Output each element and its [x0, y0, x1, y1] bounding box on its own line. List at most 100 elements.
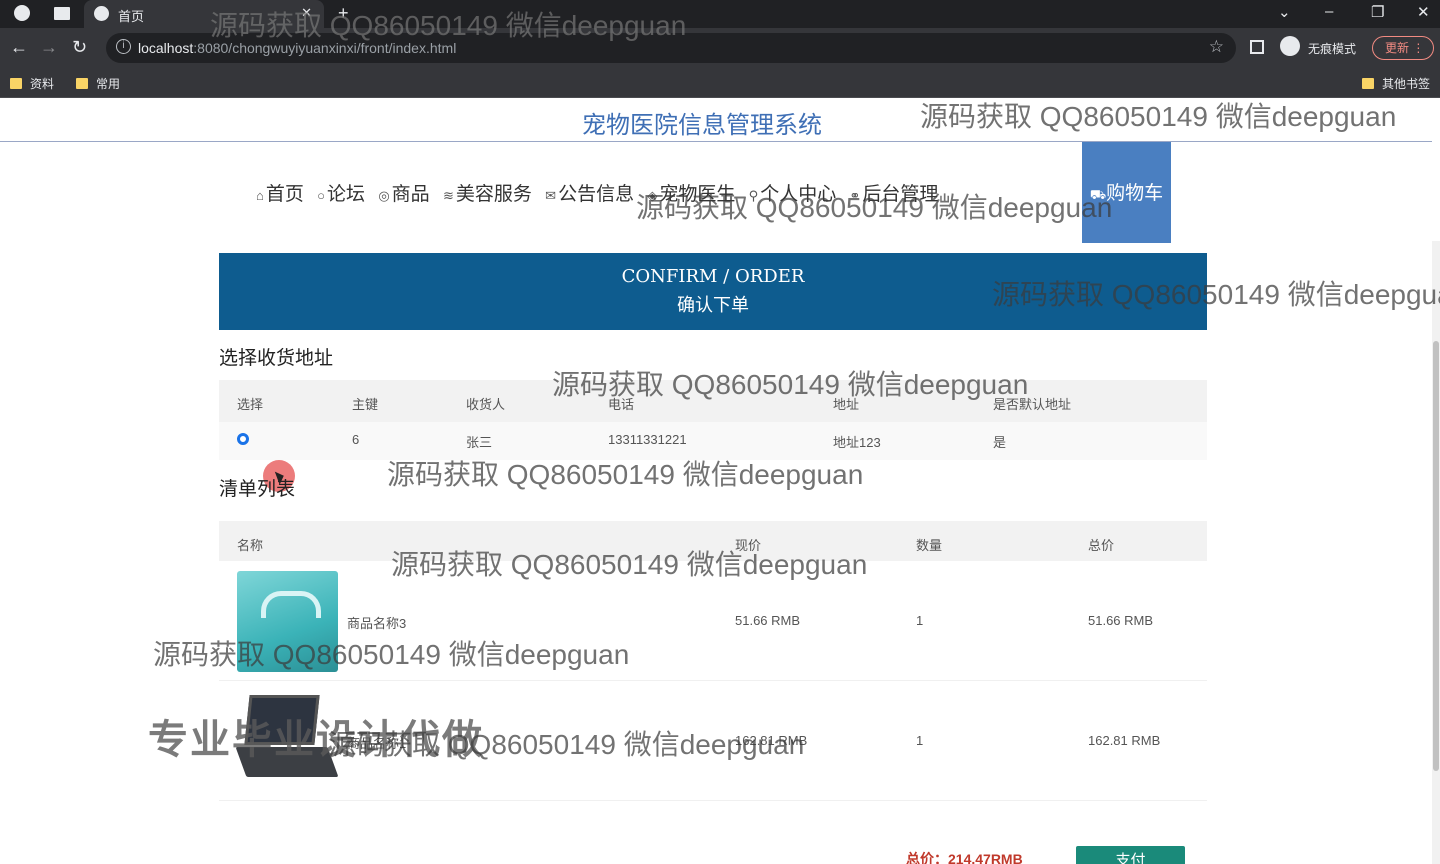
cart-label: 购物车 — [1106, 183, 1164, 204]
col-price: 现价 — [735, 538, 762, 553]
close-tab-icon[interactable]: ✕ — [301, 5, 312, 21]
table-row: 商品名称3 51.66 RMB 1 51.66 RMB — [219, 561, 1207, 681]
nav-item-beauty[interactable]: ≋ 美容服务 — [443, 179, 532, 206]
address-row: 6 张三 13311331221 地址123 是 — [219, 422, 1207, 492]
nav-label: 论坛 — [327, 184, 366, 205]
address-default: 是 — [993, 435, 1007, 450]
product-name: 商品名称3 — [347, 616, 407, 631]
cart-button[interactable]: ⛟购物车 — [1082, 142, 1171, 243]
scrollbar-thumb[interactable] — [1433, 341, 1439, 771]
items-section-title: 清单列表 — [219, 479, 296, 500]
main-nav: ⌂ 首页 ○ 论坛 ◎ 商品 ≋ 美容服务 ✉ 公告信息 ◈ 宠物医生 ⚲ 个人中心 ⚭ 后台管… — [256, 179, 946, 209]
chat-icon: ○ — [317, 188, 326, 203]
address-phone: 13311331221 — [608, 432, 687, 447]
watermark-banner: 专业毕业设计代做 — [148, 718, 484, 762]
minimize-icon[interactable]: – — [1325, 3, 1333, 20]
bookmark-label: 资料 — [30, 77, 55, 91]
col-id: 主键 — [352, 397, 379, 412]
divider — [0, 141, 1432, 142]
side-panel-icon[interactable] — [1250, 40, 1264, 54]
palette-icon: ◎ — [378, 188, 390, 203]
tab-title: 首页 — [118, 9, 145, 24]
cart-icon: ⛟ — [1089, 187, 1107, 202]
product-image[interactable] — [237, 571, 338, 672]
other-bookmarks[interactable]: 其他书签 — [1362, 75, 1430, 92]
update-button[interactable]: 更新 ⋮ — [1372, 36, 1434, 60]
col-default: 是否默认地址 — [993, 397, 1072, 412]
col-receiver: 收货人 — [466, 397, 506, 412]
other-bookmarks-label: 其他书签 — [1382, 77, 1431, 91]
bookmark-label: 常用 — [96, 77, 121, 91]
pay-label: 支付 — [1115, 852, 1146, 864]
site-title: 宠物医院信息管理系统 — [582, 112, 822, 139]
product-qty: 1 — [916, 733, 924, 748]
globe-icon[interactable] — [14, 5, 30, 21]
banner-title-en: CONFIRM / ORDER — [621, 266, 805, 287]
layers-icon: ≋ — [442, 188, 454, 203]
address-receiver: 张三 — [466, 435, 493, 450]
browser-tab-bar: 首页 ✕ + ⌄ – ❐ ✕ — [0, 0, 1440, 28]
nav-item-forum[interactable]: ○ 论坛 — [317, 179, 365, 206]
update-label: 更新 — [1385, 41, 1410, 55]
window-icon[interactable] — [54, 7, 70, 20]
close-window-icon[interactable]: ✕ — [1417, 3, 1430, 21]
address-id: 6 — [352, 432, 360, 447]
page-content: 宠物医院信息管理系统 ⌂ 首页 ○ 论坛 ◎ 商品 ≋ 美容服务 ✉ 公告信息 ◈ 宠物医生… — [0, 99, 1440, 864]
new-tab-button[interactable]: + — [338, 3, 349, 24]
address-text: 地址123 — [833, 435, 881, 450]
nav-label: 首页 — [265, 184, 304, 205]
bookmarks-bar: 资料 常用 其他书签 — [0, 68, 1440, 98]
link-icon: ⚭ — [849, 188, 861, 203]
info-icon[interactable]: i — [116, 39, 131, 54]
mail-icon: ✉ — [545, 188, 557, 203]
url-host: localhost — [138, 40, 194, 56]
forward-icon[interactable]: → — [40, 37, 58, 58]
nav-label: 公告信息 — [558, 184, 635, 205]
nav-item-notices[interactable]: ✉ 公告信息 — [545, 179, 634, 206]
scrollbar[interactable] — [1432, 241, 1440, 864]
url-path: :8080/chongwuyiyuanxinxi/front/index.htm… — [193, 40, 457, 56]
nav-item-profile[interactable]: ⚲ 个人中心 — [749, 179, 837, 206]
nav-item-admin[interactable]: ⚭ 后台管理 — [849, 179, 938, 206]
incognito-icon[interactable] — [1280, 36, 1300, 56]
col-total: 总价 — [1088, 538, 1115, 553]
nav-item-doctors[interactable]: ◈ 宠物医生 — [647, 179, 735, 206]
folder-icon — [1362, 78, 1374, 89]
address-section-title: 选择收货地址 — [219, 348, 334, 369]
nav-item-home[interactable]: ⌂ 首页 — [256, 179, 304, 206]
pay-button[interactable]: 支付 — [1076, 846, 1185, 864]
url-field[interactable]: i localhost:8080/chongwuyiyuanxinxi/fron… — [106, 33, 1236, 63]
product-price: 162.81 RMB — [735, 733, 808, 748]
product-price: 51.66 RMB — [735, 613, 801, 628]
col-select: 选择 — [237, 397, 264, 412]
nav-label: 宠物医生 — [659, 184, 736, 205]
nav-item-products[interactable]: ◎ 商品 — [378, 179, 429, 206]
banner-title-cn: 确认下单 — [677, 295, 749, 316]
nav-label: 商品 — [391, 184, 430, 205]
tab-home[interactable]: 首页 ✕ — [84, 0, 324, 28]
product-total: 162.81 RMB — [1088, 733, 1161, 748]
back-icon[interactable]: ← — [10, 37, 28, 58]
col-address: 地址 — [833, 397, 860, 412]
bookmark-folder[interactable]: 常用 — [76, 75, 120, 92]
address-table-header: 选择 主键 收货人 电话 地址 是否默认地址 — [219, 380, 1207, 422]
folder-icon — [10, 78, 22, 89]
tab-favicon-icon — [94, 6, 109, 21]
nav-label: 个人中心 — [760, 184, 837, 205]
folder-icon — [76, 78, 88, 89]
nav-label: 后台管理 — [862, 184, 939, 205]
incognito-label: 无痕模式 — [1308, 42, 1357, 56]
address-radio[interactable] — [237, 433, 249, 445]
col-phone: 电话 — [608, 397, 635, 412]
chevron-down-icon[interactable]: ⌄ — [1278, 3, 1291, 21]
restore-icon[interactable]: ❐ — [1371, 3, 1384, 21]
user-icon: ⚲ — [748, 188, 759, 203]
star-icon[interactable]: ☆ — [1209, 37, 1224, 57]
col-qty: 数量 — [916, 538, 943, 553]
bookmark-folder[interactable]: 资料 — [10, 75, 54, 92]
nav-label: 美容服务 — [455, 184, 532, 205]
reload-icon[interactable]: ↻ — [72, 37, 87, 58]
items-table-header: 名称 现价 数量 总价 — [219, 521, 1207, 563]
col-name: 名称 — [237, 538, 264, 553]
home-icon: ⌂ — [256, 188, 264, 203]
